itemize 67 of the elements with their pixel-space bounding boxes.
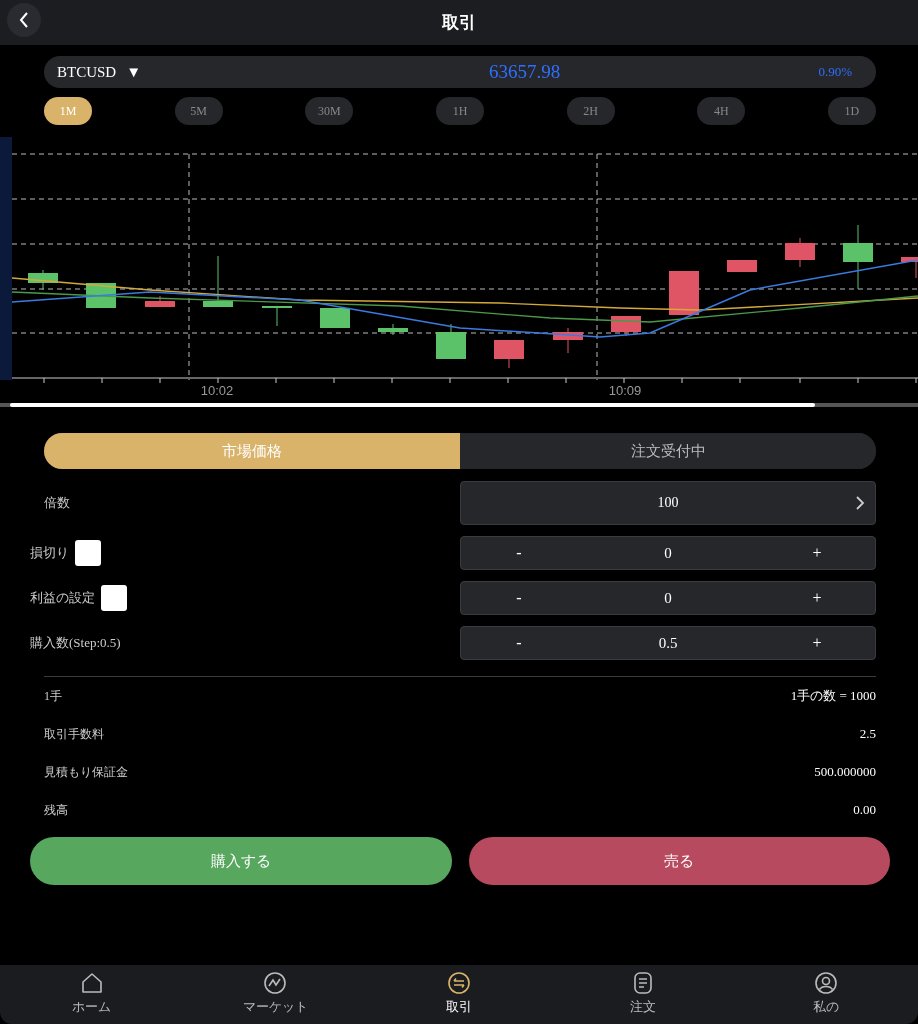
interval-tab[interactable]: 1H <box>435 97 484 125</box>
price-value: 63657.98 <box>488 61 562 83</box>
candlestick <box>727 259 757 273</box>
info-label: 1手 <box>44 687 62 705</box>
nav-tab[interactable]: 取引 <box>399 971 519 1016</box>
candlestick <box>843 224 873 290</box>
candlestick <box>901 256 918 279</box>
increment-button[interactable]: + <box>759 627 875 659</box>
field-label: 購入数(Step:0.5) <box>30 634 121 652</box>
page-title: 取引 <box>442 12 476 34</box>
info-value: 0.00 <box>853 802 876 818</box>
candlestick <box>262 305 292 327</box>
nav-tab[interactable]: 私の <box>766 971 887 1016</box>
symbol-label: BTCUSD <box>57 63 117 81</box>
candlestick <box>553 327 583 354</box>
chart-scrollbar[interactable] <box>0 403 918 407</box>
checkbox[interactable] <box>75 540 101 566</box>
nav-tab[interactable]: ホーム <box>31 971 152 1016</box>
candlestick <box>203 255 233 308</box>
sell-button[interactable]: 売る <box>468 837 890 885</box>
candlestick <box>378 323 408 336</box>
home-icon <box>79 971 104 995</box>
info-label: 取引手数料 <box>44 725 104 743</box>
interval-tab[interactable]: 5M <box>174 97 223 125</box>
candlestick <box>494 339 524 369</box>
stepper-value: 0.5 <box>657 634 679 652</box>
decrement-button[interactable]: - <box>461 627 577 659</box>
increment-button[interactable]: + <box>759 537 875 569</box>
interval-tab[interactable]: 4H <box>697 97 746 125</box>
interval-tab[interactable]: 2H <box>566 97 615 125</box>
user-icon <box>814 971 839 995</box>
field-label: 利益の設定 <box>30 589 95 607</box>
info-value: 1手の数 = 1000 <box>790 687 876 705</box>
candlestick <box>320 307 350 329</box>
symbol-bar[interactable]: BTCUSD ▼ 63657.98 0.90% <box>44 56 876 88</box>
stepper-value: 0 <box>663 544 673 562</box>
back-icon <box>18 11 30 29</box>
info-value: 2.5 <box>859 726 876 742</box>
leverage-select[interactable]: 100 <box>460 481 876 525</box>
candlestick <box>145 295 175 308</box>
stepper-value: 0 <box>663 589 673 607</box>
info-label: 見積もり保証金 <box>44 763 128 781</box>
exchange-icon <box>447 971 471 995</box>
candlestick <box>436 323 466 360</box>
decrement-button[interactable]: - <box>461 537 577 569</box>
chevron-right-icon <box>855 495 865 511</box>
field-label: 損切り <box>30 544 69 562</box>
info-value: 500.000000 <box>814 764 876 780</box>
decrement-button[interactable]: - <box>461 582 577 614</box>
interval-tab[interactable]: 30M <box>305 97 354 125</box>
interval-tab[interactable]: 1D <box>827 97 876 125</box>
leverage-label: 倍数 <box>44 494 70 512</box>
nav-tab[interactable]: 注文 <box>582 971 703 1016</box>
info-label: 残高 <box>44 801 68 819</box>
time-label: 10:02 <box>200 383 234 398</box>
candlestick <box>669 270 699 316</box>
line-chart-icon <box>263 971 288 995</box>
candlestick <box>785 237 815 268</box>
checkbox[interactable] <box>101 585 127 611</box>
time-label: 10:09 <box>608 383 642 398</box>
nav-tab[interactable]: マーケット <box>215 971 336 1016</box>
increment-button[interactable]: + <box>759 582 875 614</box>
back-button[interactable] <box>7 3 41 37</box>
change-percent: 0.90% <box>818 64 852 80</box>
candlestick <box>611 315 641 337</box>
caret-icon: ▼ <box>126 63 142 81</box>
candlestick <box>28 269 58 291</box>
